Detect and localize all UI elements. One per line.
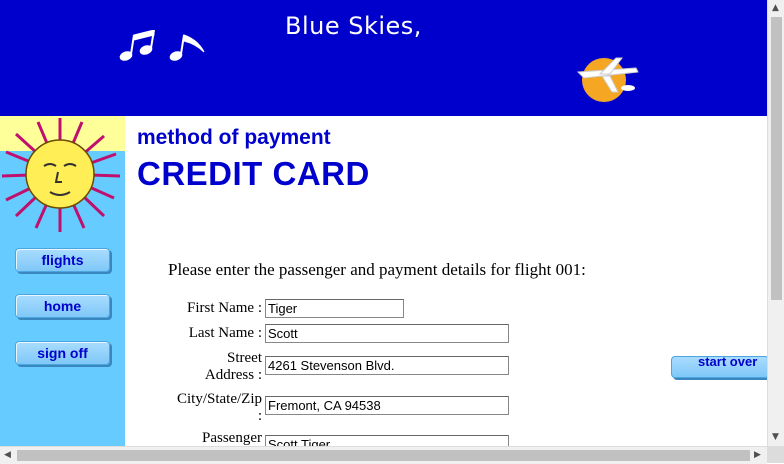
scroll-down-icon[interactable]: ▼ — [772, 432, 779, 442]
brand-title: Blue Skies, — [285, 12, 422, 40]
last-name-input[interactable] — [265, 324, 509, 343]
city-state-zip-label: City/State/Zip : — [160, 391, 262, 425]
street-address-label: Street Address : — [160, 350, 262, 384]
horizontal-scroll-thumb[interactable] — [17, 450, 750, 461]
page-subtitle: method of payment — [137, 126, 331, 149]
header-banner: Blue Skies, — [0, 0, 767, 116]
start-over-label: start over — [698, 356, 758, 369]
scroll-right-icon[interactable]: ▶ — [754, 450, 761, 460]
music-notes-icon — [119, 30, 205, 61]
scroll-up-icon[interactable]: ▲ — [772, 3, 779, 13]
first-name-label: First Name : — [187, 300, 262, 316]
passenger-label: Passenger — [202, 430, 262, 446]
page-title: CREDIT CARD — [137, 155, 370, 192]
plane-sun-logo-icon — [576, 57, 639, 102]
first-name-input[interactable] — [265, 299, 404, 318]
city-label-line2: : — [257, 408, 262, 424]
scroll-left-icon[interactable]: ◀ — [4, 450, 11, 460]
start-over-button[interactable]: start over — [671, 356, 769, 378]
vertical-scroll-thumb[interactable] — [771, 17, 782, 300]
sun-face-icon — [0, 116, 125, 232]
street-label-line2: Address : — [204, 367, 262, 383]
vertical-scrollbar[interactable]: ▲ ▼ — [767, 0, 784, 446]
form-intro: Please enter the passenger and payment d… — [168, 260, 586, 279]
last-name-label: Last Name : — [188, 325, 262, 341]
flights-button[interactable]: flights — [15, 248, 110, 272]
scrollbar-corner — [767, 446, 784, 463]
sign-off-button[interactable]: sign off — [15, 341, 110, 365]
home-button[interactable]: home — [15, 294, 110, 318]
horizontal-scrollbar[interactable]: ◀ ▶ — [0, 446, 767, 464]
city-label-line1: City/State/Zip — [177, 391, 262, 407]
street-label-line1: Street — [227, 350, 262, 366]
street-address-input[interactable] — [265, 356, 509, 375]
city-state-zip-input[interactable] — [265, 396, 509, 415]
